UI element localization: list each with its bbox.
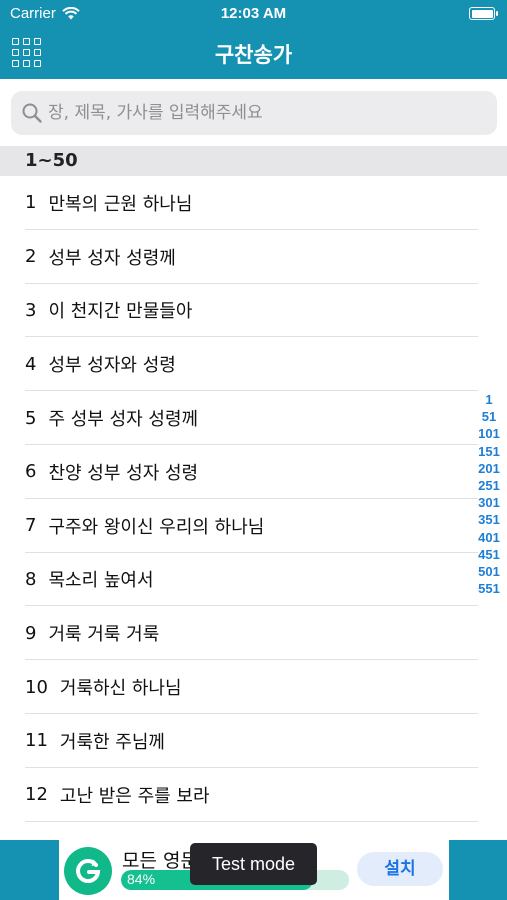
index-item[interactable]: 551	[478, 580, 500, 597]
search-icon	[22, 103, 42, 123]
index-item[interactable]: 351	[478, 511, 500, 528]
index-item[interactable]: 151	[478, 443, 500, 460]
hymn-title: 주 성부 성자 성령께	[48, 409, 199, 431]
ad-title: 모든 영문	[122, 850, 198, 872]
status-bar: Carrier 12:03 AM	[0, 0, 507, 26]
list-item[interactable]: 8 목소리 높여서	[0, 553, 478, 607]
index-item[interactable]: 201	[478, 460, 500, 477]
search-bar[interactable]	[11, 91, 497, 135]
index-item[interactable]: 251	[478, 477, 500, 494]
index-item[interactable]: 451	[478, 546, 500, 563]
app-logo-icon	[64, 847, 112, 895]
hymn-number: 11	[25, 730, 48, 752]
test-mode-toast: Test mode	[190, 843, 317, 885]
status-time: 12:03 AM	[220, 5, 287, 22]
search-input[interactable]	[48, 93, 488, 133]
list-item[interactable]: 2 성부 성자 성령께	[0, 230, 478, 284]
install-button[interactable]: 설치	[357, 852, 443, 886]
list-item[interactable]: 4 성부 성자와 성령	[0, 337, 478, 391]
hymn-number: 4	[25, 353, 37, 375]
hymn-title: 거룩한 주님께	[59, 731, 165, 753]
page-title: 구찬송가	[214, 43, 293, 67]
list-item[interactable]: 11 거룩한 주님께	[0, 714, 478, 768]
hymn-number: 3	[25, 299, 37, 321]
hymn-title: 이 천지간 만물들아	[48, 301, 193, 323]
list-item[interactable]: 7 구주와 왕이신 우리의 하나님	[0, 499, 478, 553]
hymn-title: 거룩 거룩 거룩	[48, 624, 160, 646]
hymn-number: 7	[25, 515, 37, 537]
hymn-number: 8	[25, 568, 37, 590]
index-item[interactable]: 1	[485, 391, 492, 408]
index-item[interactable]: 501	[478, 563, 500, 580]
list-item[interactable]: 5 주 성부 성자 성령께	[0, 391, 478, 445]
hymn-number: 6	[25, 461, 37, 483]
battery-icon	[469, 7, 498, 20]
list-item[interactable]: 1 만복의 근원 하나님	[0, 176, 478, 230]
list-item[interactable]: 9 거룩 거룩 거룩	[0, 606, 478, 660]
hymn-number: 2	[25, 246, 37, 268]
hymn-title: 목소리 높여서	[48, 570, 154, 592]
hymn-number: 9	[25, 622, 37, 644]
hymn-number: 12	[25, 784, 48, 806]
hymn-title: 성부 성자 성령께	[48, 247, 176, 269]
hymn-title: 고난 받은 주를 보라	[59, 785, 210, 807]
index-item[interactable]: 51	[482, 408, 496, 425]
ad-progress-label: 84%	[127, 871, 156, 887]
hymn-list[interactable]: 1 만복의 근원 하나님 2 성부 성자 성령께 3 이 천지간 만물들아 4 성부 성…	[0, 176, 478, 840]
hymn-number: 10	[25, 676, 48, 698]
hymn-number: 5	[25, 407, 37, 429]
index-item[interactable]: 101	[478, 425, 500, 442]
list-item[interactable]: 12 고난 받은 주를 보라	[0, 768, 478, 822]
section-index[interactable]: 1 51 101 151 201 251 301 351 401 451 501…	[474, 391, 504, 597]
index-item[interactable]: 301	[478, 494, 500, 511]
hymn-title: 성부 성자와 성령	[48, 355, 176, 377]
hymn-number: 1	[25, 192, 37, 214]
list-item[interactable]: 3 이 천지간 만물들아	[0, 284, 478, 338]
list-item[interactable]: 10 거룩하신 하나님	[0, 660, 478, 714]
list-item[interactable]: 6 찬양 성부 성자 성령	[0, 445, 478, 499]
hymn-title: 만복의 근원 하나님	[48, 193, 193, 215]
nav-bar: 구찬송가	[0, 26, 507, 79]
section-header: 1~50	[0, 146, 507, 176]
hymn-title: 거룩하신 하나님	[59, 678, 182, 700]
index-item[interactable]: 401	[478, 529, 500, 546]
hymn-title: 구주와 왕이신 우리의 하나님	[48, 516, 265, 538]
hymn-title: 찬양 성부 성자 성령	[48, 462, 199, 484]
